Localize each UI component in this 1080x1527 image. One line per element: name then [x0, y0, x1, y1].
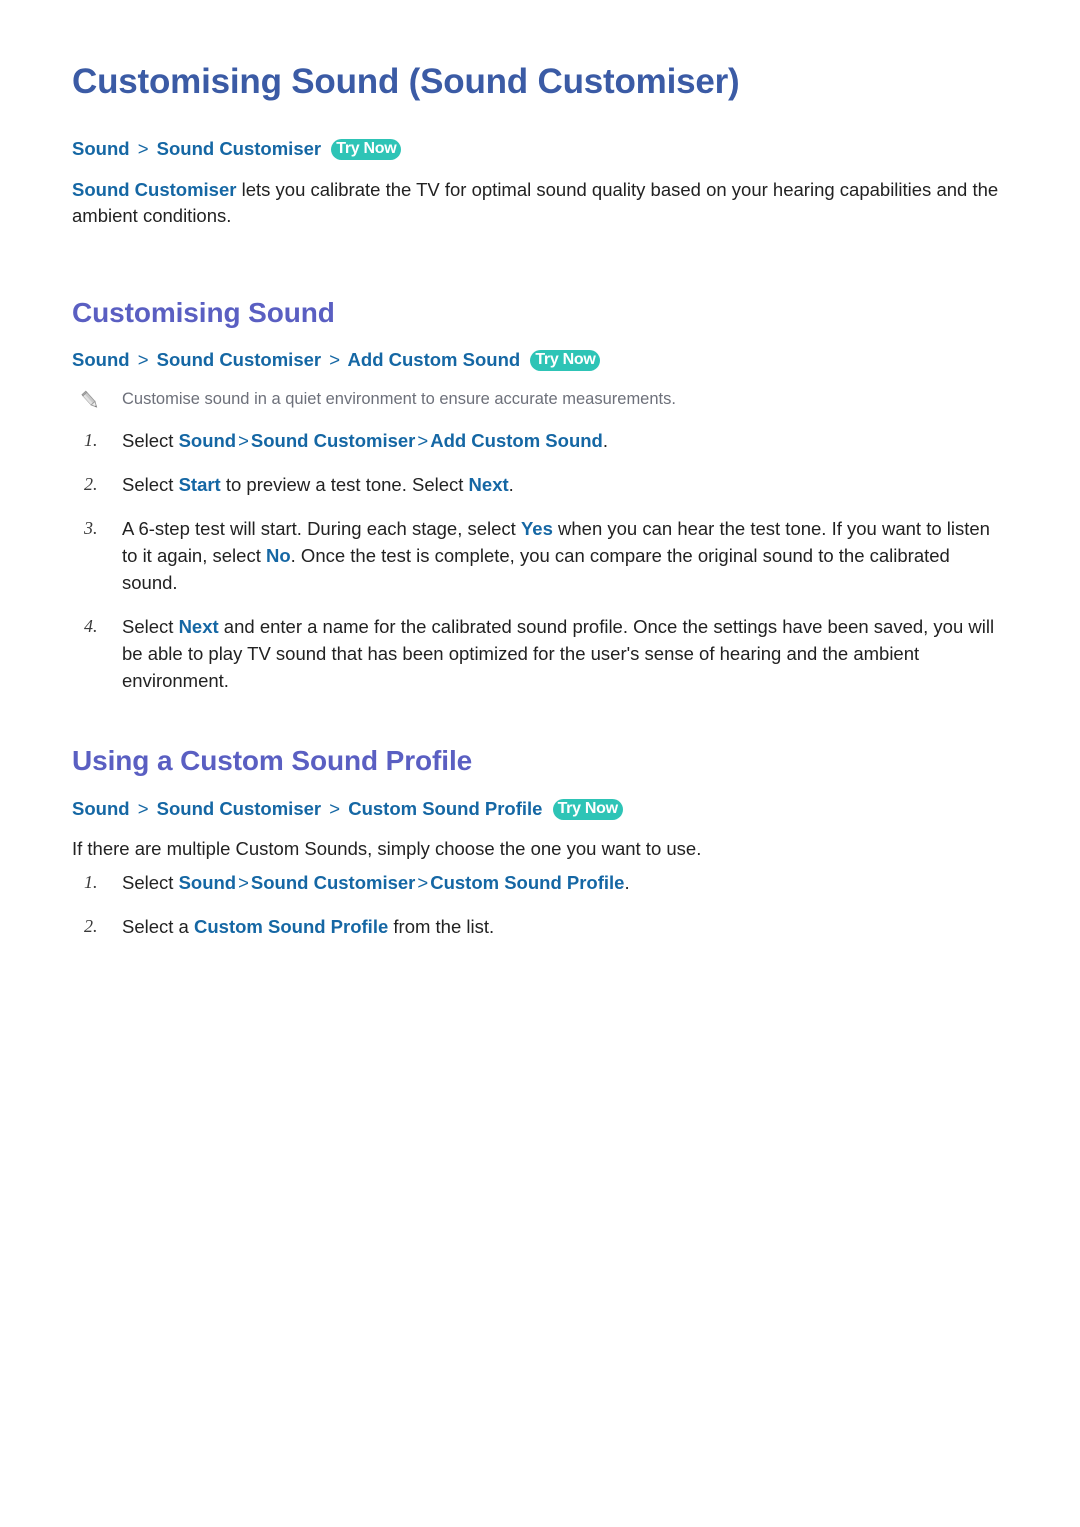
menu-item-custom-sound-profile[interactable]: Custom Sound Profile	[430, 872, 624, 893]
section-heading-customising-sound: Customising Sound	[72, 296, 335, 328]
step-text-part: A 6-step test will start. During each st…	[122, 518, 521, 539]
breadcrumb-separator-icon: >	[137, 138, 149, 160]
list-item: Select Sound > Sound Customiser > Add Custom…	[72, 427, 1008, 454]
intro-paragraph: Sound Customiser lets you calibrate the …	[72, 177, 1008, 230]
breadcrumb-top: Sound > Sound Customiser Try Now	[72, 136, 1008, 163]
step-text-part: from the list.	[388, 915, 495, 937]
steps-list-customising-sound: Select Sound > Sound Customiser > Add Custom…	[72, 427, 1008, 694]
breadcrumb-item-sound-customiser[interactable]: Sound Customiser	[157, 349, 321, 370]
pencil-icon	[78, 389, 104, 413]
step-text-suffix: .	[624, 871, 630, 893]
menu-item-sound[interactable]: Sound	[179, 430, 237, 451]
step-text-part: and enter a name for the calibrated soun…	[122, 616, 995, 691]
menu-item-next[interactable]: Next	[469, 474, 509, 495]
list-item: Select Next and enter a name for the cal…	[72, 613, 1008, 694]
steps-list-custom-sound-profile: Select Sound > Sound Customiser > Custom Sou…	[72, 869, 1008, 940]
step-text-part: .	[508, 474, 514, 495]
breadcrumb-add-custom-sound: Sound > Sound Customiser > Add Custom So…	[72, 347, 1008, 374]
list-item: Select Sound > Sound Customiser > Custom Sou…	[72, 869, 1008, 896]
menu-item-custom-sound-profile[interactable]: Custom Sound Profile	[194, 916, 388, 937]
list-item: Select a Custom Sound Profile from the l…	[72, 913, 1008, 940]
breadcrumb-item-sound[interactable]: Sound	[72, 798, 130, 819]
menu-item-sound[interactable]: Sound	[179, 872, 237, 893]
note-callout: Customise sound in a quiet environment t…	[78, 388, 1008, 413]
menu-item-no[interactable]: No	[266, 545, 291, 566]
step-text-prefix: Select	[122, 430, 179, 451]
try-now-badge[interactable]: Try Now	[552, 798, 623, 820]
breadcrumb-separator-icon: >	[137, 797, 149, 819]
menu-item-add-custom-sound[interactable]: Add Custom Sound	[430, 430, 603, 451]
list-item: Select Start to preview a test tone. Sel…	[72, 471, 1008, 498]
path-separator-icon: >	[238, 430, 249, 451]
breadcrumb-item-add-custom-sound[interactable]: Add Custom Sound	[348, 349, 521, 370]
document-page: Customising Sound (Sound Customiser) Sou…	[0, 0, 1080, 1527]
step-text-part: Select	[122, 474, 179, 495]
try-now-badge[interactable]: Try Now	[331, 139, 402, 161]
menu-item-next[interactable]: Next	[179, 616, 219, 637]
breadcrumb-item-sound-customiser[interactable]: Sound Customiser	[157, 138, 321, 159]
breadcrumb-separator-icon: >	[137, 349, 149, 371]
breadcrumb-custom-sound-profile: Sound > Sound Customiser > Custom Sound …	[72, 796, 1008, 823]
step-text-suffix: .	[602, 430, 608, 451]
section-paragraph: If there are multiple Custom Sounds, sim…	[72, 838, 702, 860]
section-using-custom-sound-profile: Using a Custom Sound Profile Sound > Sou…	[72, 744, 1008, 940]
menu-path: Sound > Sound Customiser > Custom Sound Prof…	[179, 872, 625, 893]
menu-path: Sound > Sound Customiser > Add Custom Sound	[179, 430, 603, 451]
step-text-part: Select a	[122, 915, 194, 937]
step-text-part: Select	[122, 616, 179, 637]
section-heading-using-custom-sound-profile: Using a Custom Sound Profile	[72, 745, 473, 776]
intro-lead-term: Sound Customiser	[72, 179, 237, 201]
note-text: Customise sound in a quiet environment t…	[122, 390, 676, 408]
path-separator-icon: >	[417, 430, 429, 451]
path-separator-icon: >	[417, 871, 429, 893]
breadcrumb-item-sound-customiser[interactable]: Sound Customiser	[157, 798, 321, 819]
breadcrumb-separator-icon: >	[329, 349, 341, 371]
step-text-prefix: Select	[122, 871, 179, 893]
step-text-part: to preview a test tone. Select	[220, 474, 469, 495]
menu-item-sound-customiser[interactable]: Sound Customiser	[251, 430, 415, 451]
breadcrumb-item-sound[interactable]: Sound	[72, 349, 130, 370]
page-title: Customising Sound (Sound Customiser)	[72, 62, 740, 101]
breadcrumb-item-custom-sound-profile[interactable]: Custom Sound Profile	[348, 798, 542, 819]
section-customising-sound: Customising Sound Sound > Sound Customis…	[72, 296, 1008, 694]
breadcrumb-item-sound[interactable]: Sound	[72, 138, 130, 159]
menu-item-yes[interactable]: Yes	[521, 518, 553, 539]
menu-item-sound-customiser[interactable]: Sound Customiser	[251, 872, 415, 893]
path-separator-icon: >	[238, 871, 249, 893]
list-item: A 6-step test will start. During each st…	[72, 515, 1008, 596]
menu-item-start[interactable]: Start	[179, 474, 221, 495]
try-now-badge[interactable]: Try Now	[530, 350, 601, 372]
breadcrumb-separator-icon: >	[329, 797, 341, 819]
